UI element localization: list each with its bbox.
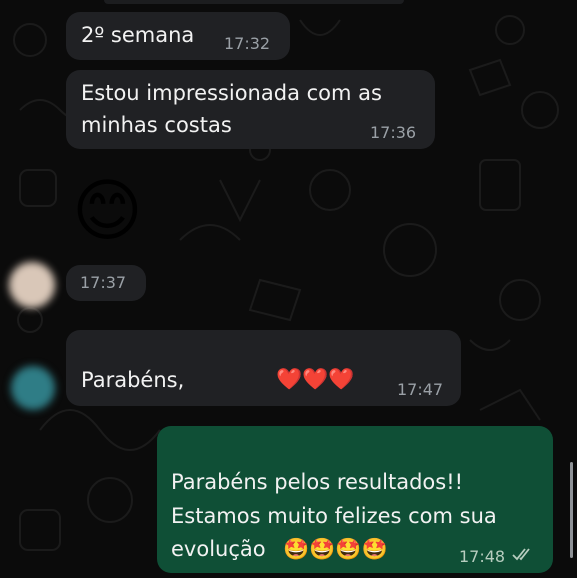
smiling-face-emoji[interactable]: 😊 — [72, 170, 143, 254]
previous-message-edge — [104, 0, 404, 4]
message-bubble-outgoing[interactable]: Parabéns pelos resultados!! Estamos muit… — [157, 426, 553, 573]
message-bubble-incoming[interactable]: 17:37 — [66, 265, 146, 301]
double-check-icon — [512, 546, 534, 566]
message-text: 2º semana — [81, 23, 195, 47]
message-text-line: minhas costas — [81, 113, 232, 137]
message-text-line: Estou impressionada com as — [81, 81, 382, 105]
message-bubble-incoming[interactable]: 2º semana 17:32 — [66, 12, 290, 60]
message-bubble-incoming[interactable]: Estou impressionada com as minhas costas… — [66, 70, 435, 149]
message-bubble-incoming[interactable]: Parabéns, ❤️❤️❤️ 17:47 — [66, 330, 461, 406]
message-timestamp: 17:32 — [224, 34, 271, 53]
message-timestamp: 17:47 — [397, 380, 444, 399]
message-timestamp: 17:36 — [370, 123, 417, 142]
message-text-line: evolução — [171, 537, 266, 561]
message-timestamp: 17:37 — [80, 273, 127, 292]
message-timestamp: 17:48 — [459, 547, 506, 566]
message-text-line: Estamos muito felizes com sua — [171, 504, 497, 528]
scrollbar-thumb[interactable] — [570, 462, 573, 558]
sender-avatar[interactable] — [11, 366, 55, 410]
red-heart-emojis: ❤️❤️❤️ — [276, 367, 355, 391]
message-text-line: Parabéns pelos resultados!! — [171, 470, 464, 494]
message-text: Parabéns, — [81, 368, 185, 392]
star-struck-emojis: 🤩🤩🤩🤩 — [283, 537, 388, 561]
sender-avatar[interactable] — [9, 262, 55, 308]
